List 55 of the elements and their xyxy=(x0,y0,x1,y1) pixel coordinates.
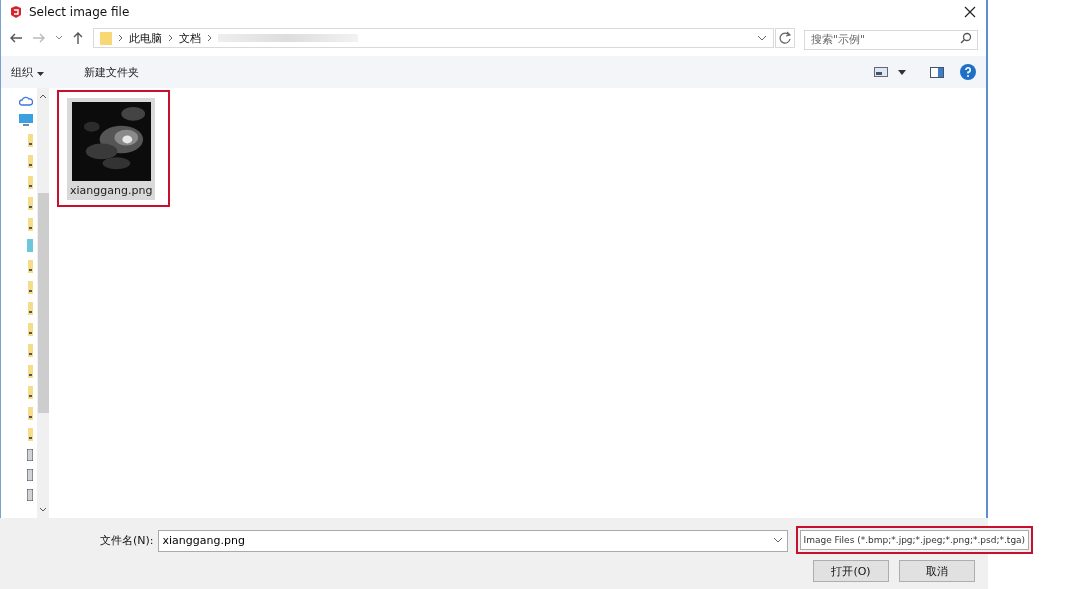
file-type-dropdown[interactable]: Image Files (*.bmp;*.jpg;*.jpeg;*.png;*.psd;*.tga) xyxy=(799,530,1030,550)
scroll-up-icon[interactable] xyxy=(39,94,47,99)
window-title: Select image file xyxy=(29,5,130,19)
folder-icon[interactable] xyxy=(28,428,33,441)
folder-icon[interactable] xyxy=(28,134,33,147)
folder-icon[interactable] xyxy=(28,407,33,420)
file-name-field[interactable]: xianggang.png xyxy=(157,529,788,552)
app-icon xyxy=(9,5,23,19)
breadcrumb-item[interactable]: 此电脑 xyxy=(129,30,162,46)
folder-icon[interactable] xyxy=(28,155,33,168)
preview-pane-icon[interactable] xyxy=(930,66,944,78)
folder-icon[interactable] xyxy=(28,260,33,273)
view-icon[interactable] xyxy=(874,67,888,77)
scroll-down-icon[interactable] xyxy=(39,507,47,512)
folder-icon[interactable] xyxy=(28,302,33,315)
scrollbar[interactable] xyxy=(37,88,49,518)
scroll-thumb[interactable] xyxy=(37,193,49,413)
breadcrumb-item[interactable]: 文档 xyxy=(179,30,201,46)
chevron-icon[interactable] xyxy=(168,34,173,42)
folder-icon[interactable] xyxy=(28,197,33,210)
computer-icon[interactable] xyxy=(19,114,33,126)
folder-icon[interactable] xyxy=(28,281,33,294)
organize-menu[interactable]: 组织 xyxy=(7,62,48,82)
drive-icon[interactable] xyxy=(27,449,33,461)
folder-icon[interactable] xyxy=(28,365,33,378)
folder-icon[interactable] xyxy=(28,176,33,189)
dropdown-caret-icon[interactable] xyxy=(757,35,767,41)
folder-icon[interactable] xyxy=(28,218,33,231)
folder-icon[interactable] xyxy=(28,323,33,336)
folder-icon[interactable] xyxy=(28,386,33,399)
folder-icon[interactable] xyxy=(28,344,33,357)
back-arrow-icon[interactable] xyxy=(9,32,23,44)
up-arrow-icon[interactable] xyxy=(72,31,84,45)
refresh-icon[interactable] xyxy=(775,28,795,48)
drive-icon[interactable] xyxy=(27,469,33,481)
open-button[interactable]: 打开(O) xyxy=(813,560,889,582)
dropdown-caret-icon[interactable] xyxy=(772,537,783,543)
file-name-label: 文件名(N): xyxy=(100,532,154,548)
search-icon xyxy=(960,32,972,44)
help-icon[interactable] xyxy=(960,64,976,80)
search-field[interactable]: 搜索"示例" xyxy=(804,29,978,50)
folder-icon xyxy=(100,31,112,45)
address-bar[interactable]: 此电脑 文档 xyxy=(93,28,774,48)
new-folder-button[interactable]: 新建文件夹 xyxy=(79,62,143,82)
drive-icon[interactable] xyxy=(27,489,33,501)
file-tile[interactable]: xianggang.png xyxy=(67,98,156,200)
caret-down-icon xyxy=(36,71,44,76)
close-icon[interactable] xyxy=(964,6,976,18)
file-name: xianggang.png xyxy=(70,184,153,197)
caret-icon[interactable] xyxy=(55,35,63,41)
chevron-icon[interactable] xyxy=(118,34,123,42)
cloud-icon[interactable] xyxy=(19,96,33,106)
chevron-icon[interactable] xyxy=(207,34,212,42)
cancel-button[interactable]: 取消 xyxy=(899,560,975,582)
caret-down-icon[interactable] xyxy=(898,69,906,75)
